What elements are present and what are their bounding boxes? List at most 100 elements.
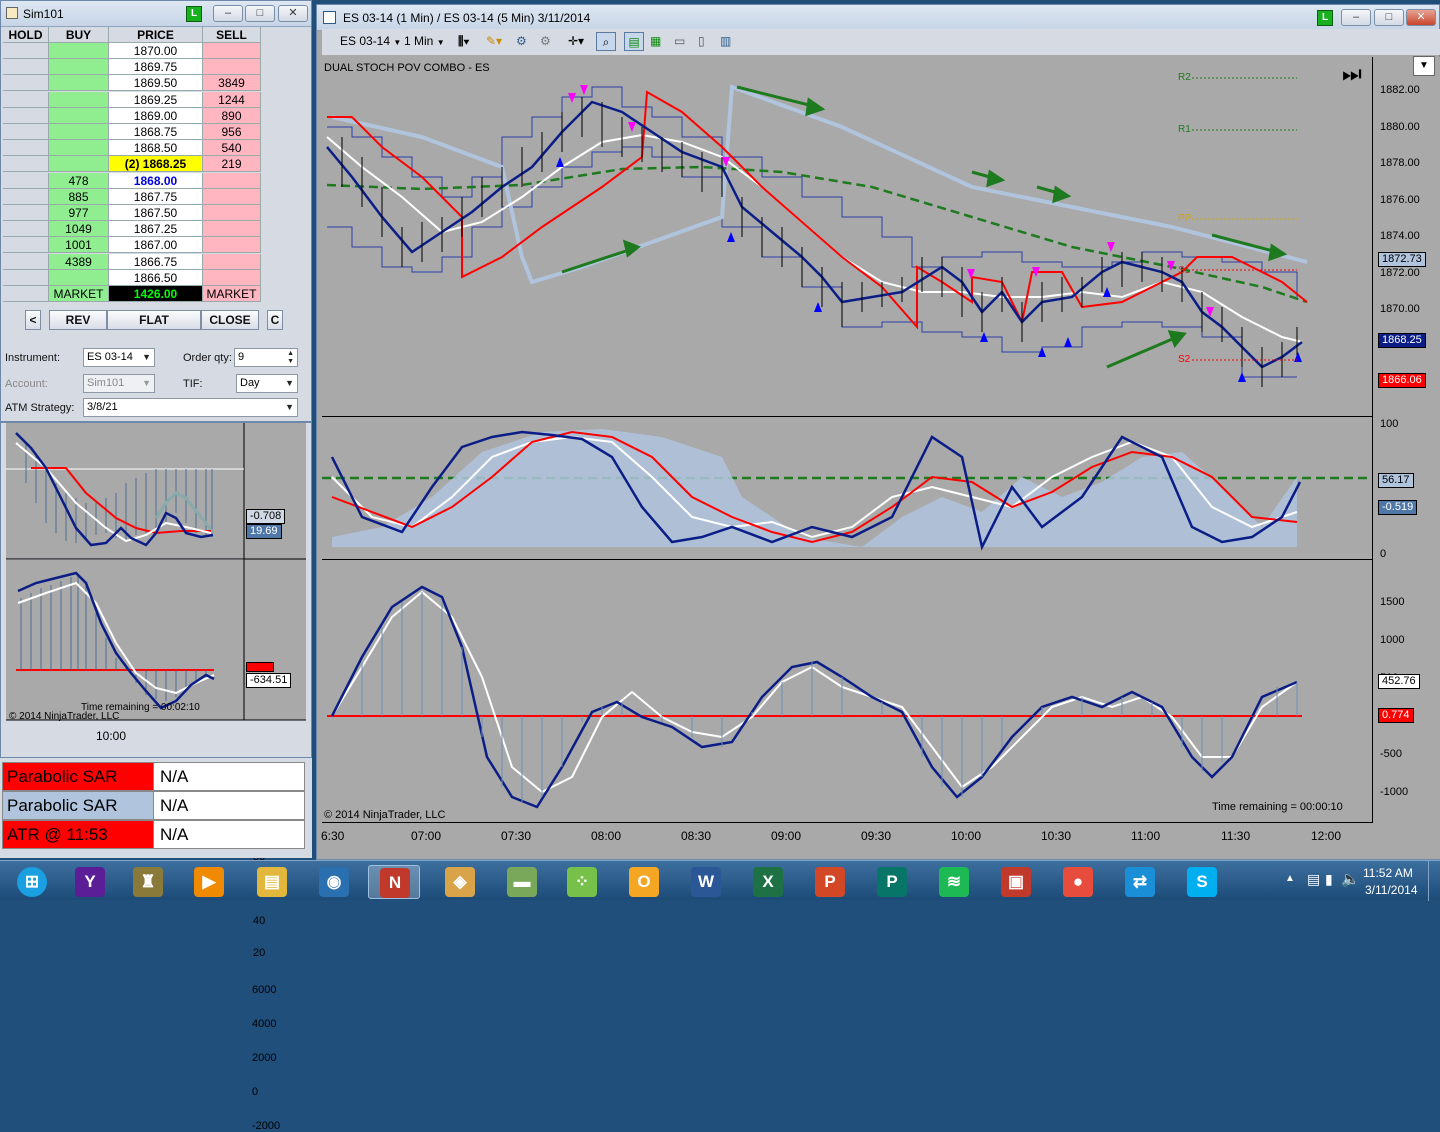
crosshair-icon[interactable]: ✛▾ bbox=[568, 32, 584, 51]
notes-icon[interactable]: ▬ bbox=[496, 865, 548, 899]
link-badge[interactable]: L bbox=[186, 6, 202, 22]
strategy-icon[interactable]: ⚙ bbox=[540, 32, 551, 51]
order-qty-stepper[interactable]: 9 ▲ ▼ bbox=[234, 348, 298, 367]
indicator-icon[interactable]: ⚙ bbox=[516, 32, 527, 51]
sell-cell[interactable] bbox=[203, 43, 261, 59]
properties-icon[interactable]: ▤ bbox=[624, 32, 644, 51]
atm-strategy-select[interactable]: 3/8/21 ▼ bbox=[83, 398, 298, 417]
dom-titlebar[interactable]: Sim101 L – □ ✕ bbox=[1, 1, 311, 27]
buy-market-button[interactable]: MARKET bbox=[49, 286, 109, 302]
sell-cell[interactable] bbox=[203, 269, 261, 286]
sell-cell[interactable] bbox=[203, 59, 261, 76]
sell-cell[interactable] bbox=[203, 172, 261, 189]
chart-minimize-button[interactable]: – bbox=[1341, 9, 1371, 26]
media-icon[interactable]: ▶ bbox=[183, 865, 235, 899]
indicator-row: Parabolic SAR N/A bbox=[2, 762, 305, 791]
sell-market-button[interactable]: MARKET bbox=[203, 286, 261, 302]
dice-icon[interactable]: ⁘ bbox=[556, 865, 608, 899]
scroll-left-button[interactable]: < bbox=[25, 310, 41, 330]
buy-cell[interactable]: 478 bbox=[49, 172, 109, 189]
sell-cell[interactable]: 890 bbox=[203, 107, 261, 124]
quicktime-glyph: ◉ bbox=[319, 867, 349, 897]
sell-cell[interactable] bbox=[203, 237, 261, 254]
price-tick: 1874.00 bbox=[1380, 230, 1420, 242]
buy-cell[interactable] bbox=[49, 59, 109, 76]
app-red-icon[interactable]: ▣ bbox=[990, 865, 1042, 899]
volume-icon[interactable]: 🔈 bbox=[1341, 870, 1360, 888]
instrument-selector[interactable]: ES 03-14 ▼ bbox=[340, 32, 401, 51]
buy-cell[interactable] bbox=[49, 91, 109, 108]
buy-cell[interactable] bbox=[49, 156, 109, 173]
chart-link-badge[interactable]: L bbox=[1317, 10, 1333, 26]
zoom-icon[interactable]: ⌕ bbox=[596, 32, 616, 51]
buy-cell[interactable]: 1001 bbox=[49, 237, 109, 254]
sell-cell[interactable] bbox=[203, 188, 261, 205]
ninjatrader-icon[interactable]: N bbox=[368, 865, 420, 899]
panel-menu-button[interactable]: ▼ bbox=[1413, 56, 1435, 76]
instrument-select[interactable]: ES 03-14 ▼ bbox=[83, 348, 155, 367]
layout-icon[interactable]: ▥ bbox=[720, 32, 731, 51]
show-desktop-button[interactable] bbox=[1428, 861, 1440, 901]
close-window-button[interactable]: ✕ bbox=[278, 5, 308, 22]
chart-trader-icon[interactable]: ▭ bbox=[674, 32, 685, 51]
interval-selector[interactable]: 1 Min ▼ bbox=[404, 32, 445, 51]
tif-select[interactable]: Day ▼ bbox=[236, 374, 298, 393]
powerpoint-icon[interactable]: P bbox=[804, 865, 856, 899]
sell-cell[interactable]: 540 bbox=[203, 140, 261, 157]
sell-cell[interactable]: 3849 bbox=[203, 75, 261, 92]
chart-close-button[interactable]: ✕ bbox=[1406, 9, 1436, 26]
buy-cell[interactable] bbox=[49, 75, 109, 92]
spotify-icon[interactable]: ≋ bbox=[928, 865, 980, 899]
sell-cell[interactable] bbox=[203, 221, 261, 238]
buy-cell[interactable] bbox=[49, 43, 109, 59]
outlook-icon[interactable]: O bbox=[618, 865, 670, 899]
buy-cell[interactable] bbox=[49, 107, 109, 124]
tray-show-hidden-icon[interactable]: ▲ bbox=[1285, 873, 1295, 884]
skype-icon[interactable]: S bbox=[1176, 865, 1228, 899]
clock-time[interactable]: 11:52 AM bbox=[1363, 866, 1413, 880]
close-position-button[interactable]: CLOSE bbox=[201, 310, 259, 330]
minimize-button[interactable]: – bbox=[213, 5, 243, 22]
flatten-button[interactable]: FLAT bbox=[107, 310, 201, 330]
yahoo-icon[interactable]: Y bbox=[64, 865, 116, 899]
word-icon[interactable]: W bbox=[680, 865, 732, 899]
chart-maximize-button[interactable]: □ bbox=[1374, 9, 1404, 26]
quicktime-icon[interactable]: ◉ bbox=[308, 865, 360, 899]
sell-cell[interactable]: 219 bbox=[203, 156, 261, 173]
buy-cell[interactable]: 977 bbox=[49, 205, 109, 221]
reverse-button[interactable]: REV bbox=[49, 310, 107, 330]
pencil-icon[interactable]: ✎▾ bbox=[486, 32, 502, 51]
data-box-icon[interactable]: ▯ bbox=[698, 32, 705, 51]
buy-cell[interactable] bbox=[49, 269, 109, 286]
sell-cell[interactable]: 956 bbox=[203, 124, 261, 140]
battery-icon[interactable]: ▮ bbox=[1325, 871, 1333, 888]
pivot-label: S2 bbox=[1178, 354, 1191, 365]
bar-type-icon[interactable]: ⫼▾ bbox=[458, 32, 469, 51]
navigator-icon[interactable]: ◈ bbox=[434, 865, 486, 899]
network-icon[interactable]: ▤ bbox=[1307, 871, 1320, 888]
sell-cell[interactable] bbox=[203, 253, 261, 270]
maximize-button[interactable]: □ bbox=[245, 5, 275, 22]
stepper-arrows-icon[interactable]: ▲ ▼ bbox=[287, 350, 294, 366]
templates-icon[interactable]: ▦ bbox=[650, 32, 661, 51]
buy-cell[interactable]: 1049 bbox=[49, 221, 109, 238]
sell-cell[interactable]: 1244 bbox=[203, 91, 261, 108]
teamviewer-icon[interactable]: ⇄ bbox=[1114, 865, 1166, 899]
sell-cell[interactable] bbox=[203, 205, 261, 221]
chart-titlebar[interactable]: ES 03-14 (1 Min) / ES 03-14 (5 Min) 3/11… bbox=[317, 5, 1439, 31]
instrument-value: ES 03-14 bbox=[87, 351, 133, 363]
buy-cell[interactable]: 885 bbox=[49, 188, 109, 205]
clock-date[interactable]: 3/11/2014 bbox=[1365, 883, 1418, 897]
publisher-icon[interactable]: P bbox=[866, 865, 918, 899]
game-icon[interactable]: ♜ bbox=[122, 865, 174, 899]
chrome-icon[interactable]: ● bbox=[1052, 865, 1104, 899]
start-orb-icon[interactable]: ⊞ bbox=[6, 865, 58, 899]
hold-cell bbox=[3, 221, 49, 238]
buy-cell[interactable]: 4389 bbox=[49, 253, 109, 270]
buy-cell[interactable] bbox=[49, 140, 109, 157]
play-to-end-icon[interactable]: ⏭ bbox=[1342, 63, 1362, 85]
c-button[interactable]: C bbox=[267, 310, 283, 330]
buy-cell[interactable] bbox=[49, 124, 109, 140]
excel-icon[interactable]: X bbox=[742, 865, 794, 899]
explorer-icon[interactable]: ▤ bbox=[246, 865, 298, 899]
